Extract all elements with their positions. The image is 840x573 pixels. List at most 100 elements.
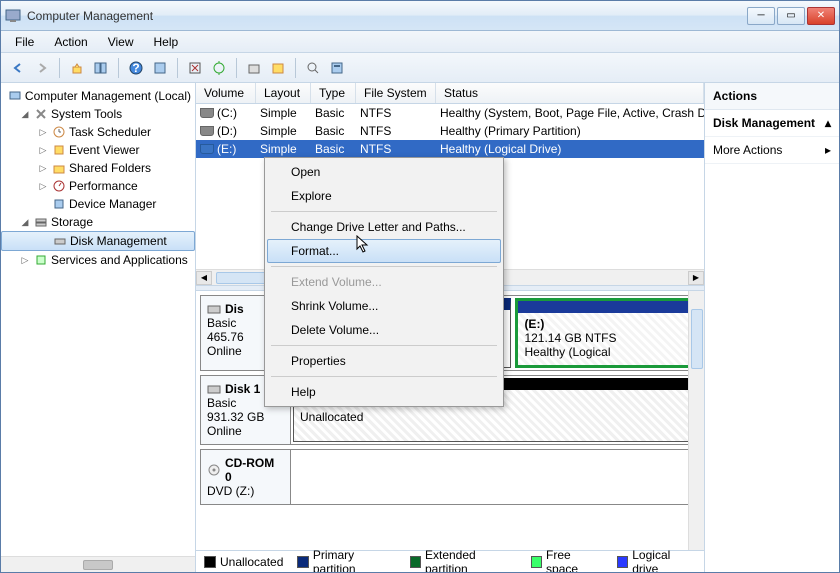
drive-icon xyxy=(200,144,214,154)
tree-disk-management[interactable]: Disk Management xyxy=(1,231,195,251)
disk-mgmt-icon xyxy=(52,233,68,249)
navigation-tree: Computer Management (Local) ◢ System Too… xyxy=(1,83,195,556)
tree-task-scheduler-label: Task Scheduler xyxy=(69,125,151,139)
device-icon xyxy=(51,196,67,212)
tree-system-tools-label: System Tools xyxy=(51,107,122,121)
ctx-help[interactable]: Help xyxy=(267,380,501,404)
up-button[interactable] xyxy=(66,57,88,79)
partition-e[interactable]: (E:) 121.14 GB NTFS Healthy (Logical xyxy=(515,298,697,368)
tree-root[interactable]: Computer Management (Local) xyxy=(1,87,195,105)
expand-icon[interactable]: ▷ xyxy=(37,181,49,192)
window-controls: ─ ▭ ✕ xyxy=(747,7,835,25)
disk-icon xyxy=(207,383,221,395)
actions-more[interactable]: More Actions ▸ xyxy=(705,137,839,164)
tree-event-viewer[interactable]: ▷ Event Viewer xyxy=(1,141,195,159)
actions-panel: Actions Disk Management ▴ More Actions ▸ xyxy=(704,83,839,572)
toolbar-btn-8[interactable] xyxy=(208,57,230,79)
services-icon xyxy=(33,252,49,268)
legend-primary: Primary partition xyxy=(297,548,395,573)
computer-mgmt-icon xyxy=(7,88,23,104)
tree-storage-label: Storage xyxy=(51,215,93,229)
expand-icon[interactable]: ▷ xyxy=(37,145,49,156)
menu-help[interactable]: Help xyxy=(144,33,189,51)
col-type[interactable]: Type xyxy=(311,83,356,103)
drive-icon xyxy=(200,108,214,118)
ctx-explore[interactable]: Explore xyxy=(267,184,501,208)
tree-services-apps-label: Services and Applications xyxy=(51,253,188,267)
actions-disk-management[interactable]: Disk Management ▴ xyxy=(705,110,839,137)
col-volume[interactable]: Volume xyxy=(196,83,256,103)
minimize-button[interactable]: ─ xyxy=(747,7,775,25)
legend-unallocated: Unallocated xyxy=(204,555,283,569)
maximize-button[interactable]: ▭ xyxy=(777,7,805,25)
tree-shared-folders-label: Shared Folders xyxy=(69,161,151,175)
toolbar-btn-7[interactable] xyxy=(184,57,206,79)
col-layout[interactable]: Layout xyxy=(256,83,311,103)
tree-system-tools[interactable]: ◢ System Tools xyxy=(1,105,195,123)
menu-file[interactable]: File xyxy=(5,33,44,51)
disk-info-cdrom: CD-ROM 0 DVD (Z:) xyxy=(201,450,291,504)
forward-button[interactable] xyxy=(31,57,53,79)
toolbar-btn-10[interactable] xyxy=(267,57,289,79)
toolbar: ? xyxy=(1,53,839,83)
tree-device-manager[interactable]: Device Manager xyxy=(1,195,195,213)
context-separator xyxy=(271,345,497,346)
context-separator xyxy=(271,211,497,212)
volume-row-c[interactable]: (C:) Simple Basic NTFS Healthy (System, … xyxy=(196,104,704,122)
legend-logical: Logical drive xyxy=(617,548,696,573)
chevron-up-icon: ▴ xyxy=(825,116,831,130)
help-icon[interactable]: ? xyxy=(125,57,147,79)
context-separator xyxy=(271,266,497,267)
menu-view[interactable]: View xyxy=(98,33,144,51)
close-button[interactable]: ✕ xyxy=(807,7,835,25)
ctx-open[interactable]: Open xyxy=(267,160,501,184)
menu-action[interactable]: Action xyxy=(44,33,97,51)
volume-row-e[interactable]: (E:) Simple Basic NTFS Healthy (Logical … xyxy=(196,140,704,158)
ctx-shrink[interactable]: Shrink Volume... xyxy=(267,294,501,318)
disklayout-vertical-scrollbar[interactable] xyxy=(688,291,704,550)
scroll-left-arrow[interactable]: ◀ xyxy=(196,271,212,285)
collapse-icon[interactable]: ◢ xyxy=(19,217,31,228)
tree-horizontal-scrollbar[interactable] xyxy=(1,556,195,572)
show-hide-button[interactable] xyxy=(90,57,112,79)
toolbar-btn-12[interactable] xyxy=(326,57,348,79)
col-fs[interactable]: File System xyxy=(356,83,436,103)
expand-icon[interactable]: ▷ xyxy=(37,163,49,174)
storage-icon xyxy=(33,214,49,230)
scroll-right-arrow[interactable]: ▶ xyxy=(688,271,704,285)
ctx-change-letter[interactable]: Change Drive Letter and Paths... xyxy=(267,215,501,239)
cdrom-icon xyxy=(207,464,221,476)
col-status[interactable]: Status xyxy=(436,83,704,103)
expand-icon[interactable]: ▷ xyxy=(37,127,49,138)
back-button[interactable] xyxy=(7,57,29,79)
tree-device-manager-label: Device Manager xyxy=(69,197,156,211)
tree-task-scheduler[interactable]: ▷ Task Scheduler xyxy=(1,123,195,141)
tree-disk-management-label: Disk Management xyxy=(70,234,167,248)
tree-services-apps[interactable]: ▷ Services and Applications xyxy=(1,251,195,269)
collapse-icon[interactable]: ◢ xyxy=(19,109,31,120)
disk-icon xyxy=(207,303,221,315)
toolbar-btn-6[interactable] xyxy=(149,57,171,79)
context-menu: Open Explore Change Drive Letter and Pat… xyxy=(264,157,504,407)
ctx-format[interactable]: Format... xyxy=(267,239,501,263)
folder-icon xyxy=(51,160,67,176)
tree-storage[interactable]: ◢ Storage xyxy=(1,213,195,231)
tree-performance-label: Performance xyxy=(69,179,138,193)
app-icon xyxy=(5,8,21,24)
title-bar: Computer Management ─ ▭ ✕ xyxy=(1,1,839,31)
ctx-delete[interactable]: Delete Volume... xyxy=(267,318,501,342)
volume-row-d[interactable]: (D:) Simple Basic NTFS Healthy (Primary … xyxy=(196,122,704,140)
menu-bar: File Action View Help xyxy=(1,31,839,53)
chevron-right-icon: ▸ xyxy=(825,143,831,157)
tree-shared-folders[interactable]: ▷ Shared Folders xyxy=(1,159,195,177)
performance-icon xyxy=(51,178,67,194)
event-icon xyxy=(51,142,67,158)
toolbar-btn-11[interactable] xyxy=(302,57,324,79)
ctx-properties[interactable]: Properties xyxy=(267,349,501,373)
toolbar-btn-9[interactable] xyxy=(243,57,265,79)
disk-row-cdrom[interactable]: CD-ROM 0 DVD (Z:) xyxy=(200,449,700,505)
volume-list-header: Volume Layout Type File System Status xyxy=(196,83,704,104)
expand-icon[interactable]: ▷ xyxy=(19,255,31,266)
tree-performance[interactable]: ▷ Performance xyxy=(1,177,195,195)
tree-root-label: Computer Management (Local) xyxy=(25,89,191,103)
